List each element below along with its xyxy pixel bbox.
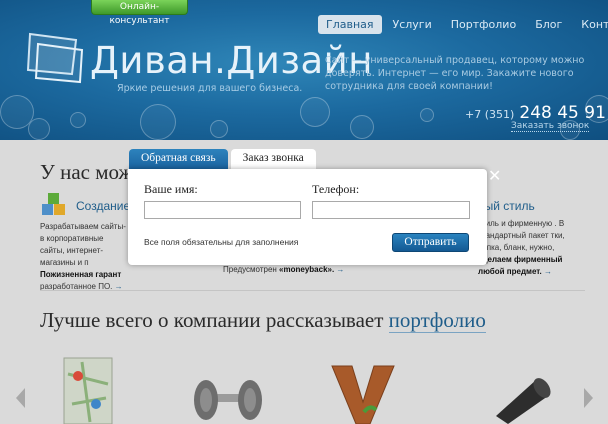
decor-bubble [70,112,86,128]
name-input[interactable] [144,201,301,219]
section-divider [40,290,585,291]
megaphone-icon[interactable] [490,372,552,424]
nav-item-services[interactable]: Услуги [385,15,440,34]
decor-bubble [350,115,374,139]
service-text-moneyback: Предусмотрен «moneyback». → [223,265,344,274]
logo-sofa-icon [26,32,84,84]
portfolio-heading: Лучше всего о компании рассказывает порт… [40,308,486,333]
header-description: Сайт — универсальный продавец, которому … [325,55,585,92]
portfolio-heading-text: Лучше всего о компании рассказывает [40,308,384,332]
carousel-next-icon[interactable] [584,388,593,408]
service-text-plain: Предусмотрен [223,265,277,274]
tab-feedback[interactable]: Обратная связь [129,149,228,169]
logo-tagline: Яркие решения для вашего бизнеса. [117,83,303,94]
phone-code: +7 (351) [465,108,515,121]
service-text-bold: Пожизненная гарант [40,270,122,279]
phone-label: Телефон: [312,182,360,196]
service-text-plain: Разрабатываем сайты-в корпоративные сайт… [40,222,126,267]
phone-main: 248 45 91 [519,103,606,123]
arrow-icon[interactable]: → [544,267,552,276]
modal-tabs: Обратная связь Заказ звонка [129,149,319,170]
close-icon[interactable]: ✕ [488,166,501,186]
map-pin-icon[interactable] [62,354,114,424]
online-consultant-button[interactable]: Онлайн-консультант [91,0,188,26]
nav-item-contacts[interactable]: Контакты [573,15,608,34]
dumbbell-icon[interactable] [188,376,268,424]
phone-input[interactable] [312,201,470,219]
main-nav: Главная Услуги Портфолио Блог Контакты [318,15,608,34]
services-heading: У нас мож [40,160,134,184]
letter-v-icon[interactable] [330,362,396,424]
tab-order-call[interactable]: Заказ звонка [230,149,316,170]
service-text-style: стиль и фирменную . В стандартный пакет … [478,218,588,278]
arrow-icon[interactable]: → [336,265,344,274]
cubes-icon [42,193,65,215]
nav-item-blog[interactable]: Блог [527,15,570,34]
nav-item-home[interactable]: Главная [318,15,382,34]
nav-item-portfolio[interactable]: Портфолио [443,15,524,34]
portfolio-link[interactable]: портфолио [388,308,486,333]
submit-button[interactable]: Отправить [392,233,469,252]
required-hint: Все поля обязательны для заполнения [144,237,299,247]
decor-bubble [300,97,330,127]
decor-bubble [420,108,434,122]
service-title-creation[interactable]: Создание [76,199,130,213]
decor-bubble [140,104,176,140]
decor-bubble [210,120,228,138]
phone-number: +7 (351) 248 45 91 [465,103,606,123]
decor-bubble [28,118,50,140]
carousel-prev-icon[interactable] [16,388,25,408]
service-text-creation: Разрабатываем сайты-в корпоративные сайт… [40,221,130,293]
name-label: Ваше имя: [144,182,198,196]
callback-link[interactable]: Заказать звонок [511,121,590,132]
service-text-bold: «moneyback». [279,265,335,274]
service-text-plain: стиль и фирменную . В стандартный пакет … [478,219,565,252]
order-call-modal: Ваше имя: Телефон: Все поля обязательны … [128,169,487,265]
site-header: Онлайн-консультант Диван.Дизайн Яркие ре… [0,0,608,140]
